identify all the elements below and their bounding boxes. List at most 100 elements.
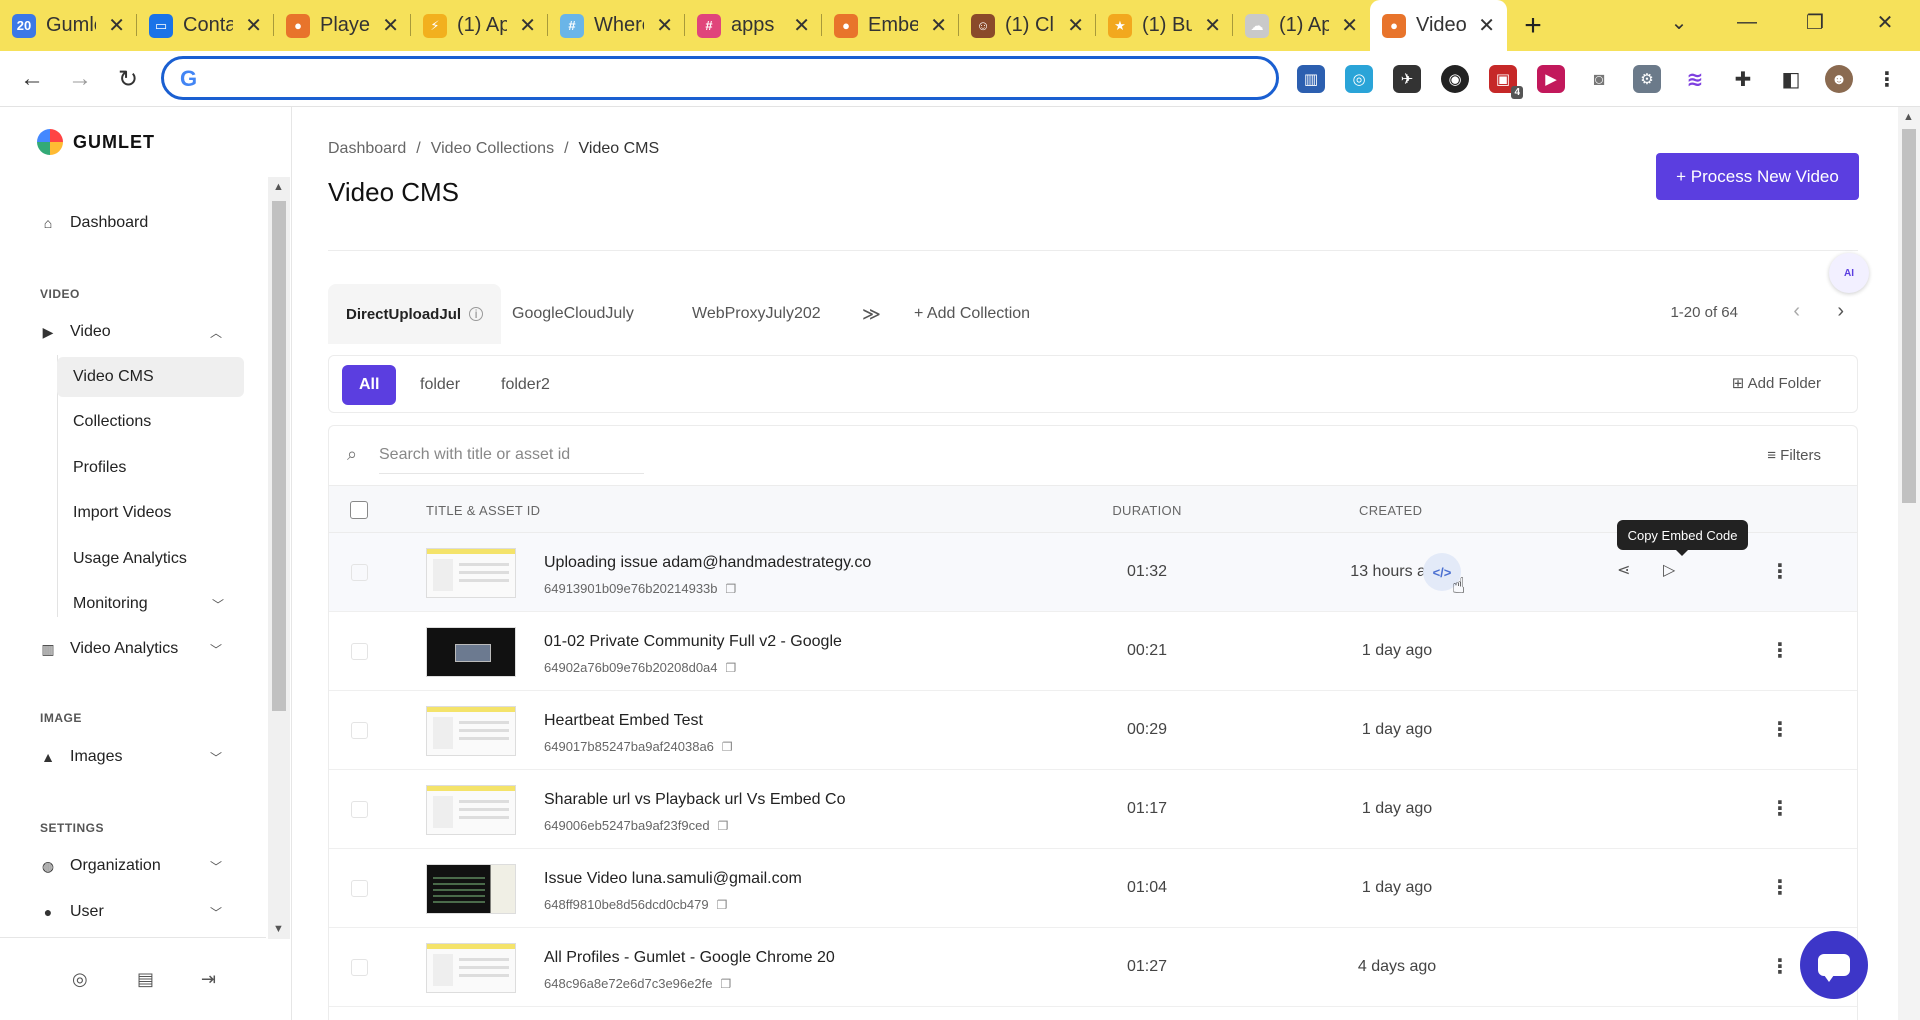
sidebar-item-import-videos[interactable]: Import Videos — [57, 493, 244, 533]
tab-directuploadjul[interactable]: DirectUploadJul i — [328, 284, 502, 344]
page-scrollbar[interactable]: ▲ — [1898, 107, 1920, 1020]
scrollbar-thumb[interactable] — [272, 201, 286, 711]
row-checkbox[interactable] — [351, 722, 368, 739]
folder-chip-folder2[interactable]: folder2 — [484, 365, 567, 405]
extension-icon[interactable]: ≋ — [1681, 65, 1709, 93]
logout-icon[interactable]: ⇥ — [201, 969, 216, 990]
search-input[interactable] — [379, 436, 644, 474]
extension-icon[interactable]: ▶ — [1537, 65, 1565, 93]
sidebar-item-organization[interactable]: ◍ Organization ﹀ — [40, 846, 230, 886]
table-row[interactable]: 01-02 Private Community Full v2 - Google… — [329, 612, 1857, 691]
close-icon[interactable]: ✕ — [108, 13, 125, 38]
reload-icon[interactable]: ↻ — [108, 59, 148, 99]
browser-tab[interactable]: # apps ✕ — [685, 0, 822, 51]
sidebar-scrollbar[interactable]: ▲ ▼ — [268, 177, 290, 939]
tab-webproxyjuly[interactable]: WebProxyJuly202 — [674, 284, 839, 344]
side-panel-icon[interactable]: ◧ — [1777, 65, 1805, 93]
row-checkbox[interactable] — [351, 801, 368, 818]
close-icon[interactable]: ✕ — [930, 13, 947, 38]
video-thumbnail[interactable] — [426, 864, 516, 914]
menu-dots-icon[interactable]: ⋮ — [1873, 65, 1901, 93]
row-checkbox[interactable] — [351, 880, 368, 897]
table-row[interactable]: Heartbeat Embed Test 649017b85247ba9af24… — [329, 691, 1857, 770]
copy-icon[interactable]: ❐ — [717, 898, 728, 912]
close-icon[interactable]: ✕ — [1067, 13, 1084, 38]
brand-logo[interactable]: GUMLET — [37, 129, 155, 155]
video-title[interactable]: Sharable url vs Playback url Vs Embed Co — [544, 791, 845, 809]
info-icon[interactable]: i — [469, 307, 484, 321]
copy-icon[interactable]: ❐ — [726, 661, 737, 675]
video-thumbnail[interactable] — [426, 706, 516, 756]
restore-icon[interactable]: ❐ — [1782, 0, 1848, 44]
video-title[interactable]: Heartbeat Embed Test — [544, 712, 703, 730]
close-icon[interactable]: ✕ — [382, 13, 399, 38]
preview-icon[interactable]: ▷ — [1663, 560, 1675, 580]
more-options-icon[interactable]: ⋮ — [1770, 875, 1790, 900]
video-thumbnail[interactable] — [426, 785, 516, 835]
browser-tab[interactable]: # Where ✕ — [548, 0, 685, 51]
extension-icon[interactable]: ▣ 4 — [1489, 65, 1523, 99]
close-icon[interactable]: ✕ — [1478, 13, 1495, 38]
prev-page-icon[interactable]: ‹ — [1793, 300, 1800, 323]
more-options-icon[interactable]: ⋮ — [1770, 796, 1790, 821]
sidebar-item-monitoring[interactable]: Monitoring ﹀ — [57, 584, 244, 624]
sidebar-item-dashboard[interactable]: ⌂ Dashboard — [40, 203, 230, 243]
more-options-icon[interactable]: ⋮ — [1770, 559, 1790, 584]
video-thumbnail[interactable] — [426, 943, 516, 993]
new-tab-button[interactable]: + — [1507, 0, 1559, 51]
chat-icon[interactable]: ▤ — [137, 969, 154, 990]
support-chat-button[interactable] — [1800, 931, 1868, 999]
close-icon[interactable]: ✕ — [793, 13, 810, 38]
browser-tab[interactable]: ● Player ✕ — [274, 0, 411, 51]
close-icon[interactable]: ✕ — [656, 13, 673, 38]
browser-tab[interactable]: ▭ Contact ✕ — [137, 0, 274, 51]
camera-icon[interactable]: ◙ — [1585, 65, 1613, 93]
browser-tab[interactable]: ⚡ (1) Ap ✕ — [411, 0, 548, 51]
tab-googlecloudjuly[interactable]: GoogleCloudJuly — [494, 284, 652, 344]
close-icon[interactable]: ✕ — [245, 13, 262, 38]
filters-button[interactable]: ≡ Filters — [1767, 447, 1821, 464]
video-title[interactable]: Issue Video luna.samuli@gmail.com — [544, 870, 802, 888]
scroll-up-icon[interactable]: ▲ — [1903, 111, 1914, 123]
sidebar-item-usage-analytics[interactable]: Usage Analytics — [57, 539, 244, 579]
video-title[interactable]: 01-02 Private Community Full v2 - Google — [544, 633, 842, 651]
more-options-icon[interactable]: ⋮ — [1770, 954, 1790, 979]
scroll-down-icon[interactable]: ▼ — [273, 923, 284, 935]
more-collections-icon[interactable]: ≫ — [844, 284, 899, 344]
table-row[interactable]: Sharable url vs Playback url Vs Embed Co… — [329, 770, 1857, 849]
browser-tab[interactable]: ☁ (1) Ap ✕ — [1233, 0, 1370, 51]
more-options-icon[interactable]: ⋮ — [1770, 638, 1790, 663]
close-icon[interactable]: ✕ — [1204, 13, 1221, 38]
video-title[interactable]: Uploading issue adam@handmadestrategy.co — [544, 554, 871, 572]
sidebar-item-video[interactable]: ▶ Video ︿ — [40, 312, 230, 352]
close-window-icon[interactable]: ✕ — [1852, 0, 1918, 44]
puzzle-icon[interactable]: ✚ — [1729, 65, 1757, 93]
scrollbar-thumb[interactable] — [1902, 129, 1916, 503]
forward-icon[interactable]: → — [60, 59, 100, 99]
select-all-checkbox[interactable] — [350, 501, 368, 519]
row-checkbox[interactable] — [351, 643, 368, 660]
sidebar-item-video-analytics[interactable]: ▥ Video Analytics ﹀ — [40, 629, 230, 669]
close-icon[interactable]: ✕ — [1341, 13, 1358, 38]
avatar[interactable]: ☻ — [1825, 65, 1853, 93]
browser-tab[interactable]: ☺ (1) Cl ✕ — [959, 0, 1096, 51]
video-title[interactable]: All Profiles - Gumlet - Google Chrome 20 — [544, 949, 835, 967]
browser-tab[interactable]: ● Embed ✕ — [822, 0, 959, 51]
breadcrumb-video-collections[interactable]: Video Collections — [431, 140, 554, 158]
back-icon[interactable]: ← — [12, 59, 52, 99]
folder-chip-all[interactable]: All — [342, 365, 397, 405]
sidebar-item-images[interactable]: ▲ Images ﹀ — [40, 737, 230, 777]
video-thumbnail[interactable] — [426, 548, 516, 598]
copy-icon[interactable]: ❐ — [726, 582, 737, 596]
copy-icon[interactable]: ❐ — [720, 977, 731, 991]
video-thumbnail[interactable] — [426, 627, 516, 677]
sidebar-item-collections[interactable]: Collections — [57, 402, 244, 442]
extension-icon[interactable]: ✈ — [1393, 65, 1421, 93]
tab-search-chevron-icon[interactable]: ⌄ — [1646, 0, 1712, 44]
table-row[interactable]: Issue Video luna.samuli@gmail.com 648ff9… — [329, 849, 1857, 928]
extension-icon[interactable]: ◉ — [1441, 65, 1469, 93]
browser-tab[interactable]: 20 Gumlet ✕ — [0, 0, 137, 51]
sidebar-item-video-cms[interactable]: Video CMS — [57, 357, 244, 397]
add-collection-button[interactable]: + Add Collection — [896, 284, 1048, 344]
row-checkbox[interactable] — [351, 959, 368, 976]
